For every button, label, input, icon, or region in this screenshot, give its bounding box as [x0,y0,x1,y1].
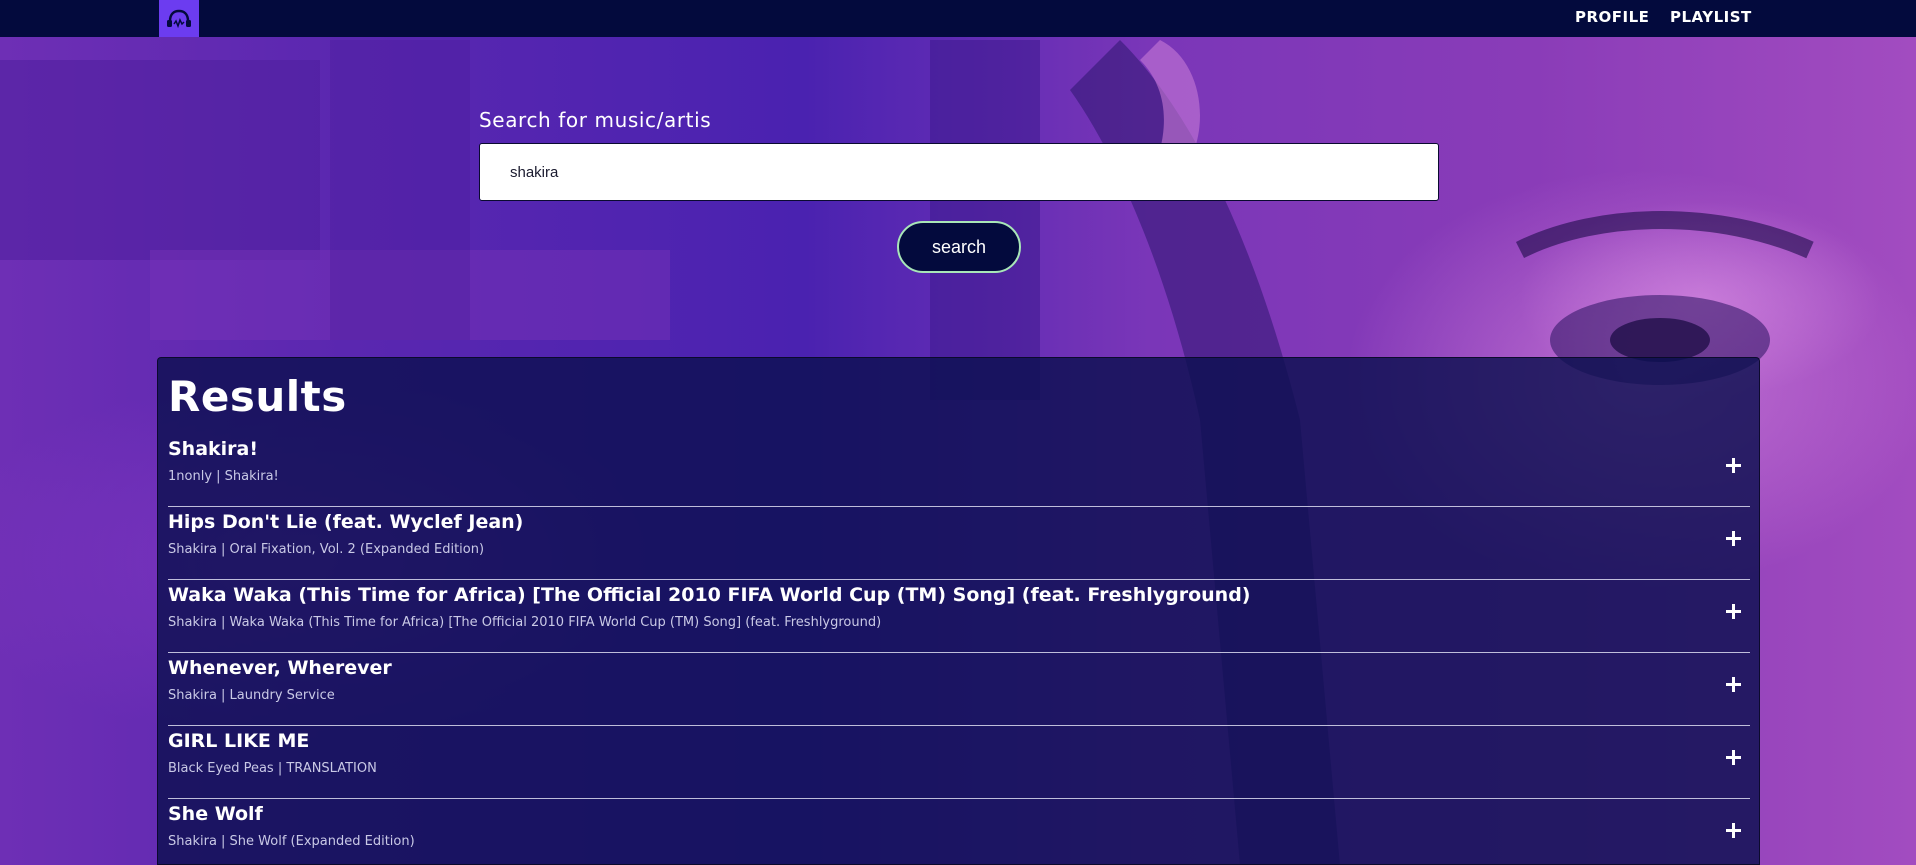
nav-link-playlist[interactable]: PLAYLIST [1670,0,1752,34]
result-item: She Wolf Shakira | She Wolf (Expanded Ed… [168,799,1750,865]
result-item: Hips Don't Lie (feat. Wyclef Jean) Shaki… [168,507,1750,580]
add-to-playlist-button[interactable] [1720,744,1746,770]
add-to-playlist-button[interactable] [1720,598,1746,624]
results-panel: Results Shakira! 1nonly | Shakira! Hips … [157,357,1760,865]
result-title: Hips Don't Lie (feat. Wyclef Jean) [168,511,524,533]
headphones-icon [167,9,191,28]
results-title: Results [168,372,347,421]
logo[interactable] [159,0,199,37]
result-item: Waka Waka (This Time for Africa) [The Of… [168,580,1750,653]
result-subtitle: Shakira | She Wolf (Expanded Edition) [168,834,415,849]
results-list: Shakira! 1nonly | Shakira! Hips Don't Li… [168,434,1750,865]
add-to-playlist-button[interactable] [1720,452,1746,478]
result-subtitle: Black Eyed Peas | TRANSLATION [168,761,377,776]
add-to-playlist-button[interactable] [1720,817,1746,843]
result-subtitle: Shakira | Oral Fixation, Vol. 2 (Expande… [168,542,485,557]
nav-link-profile[interactable]: PROFILE [1575,0,1649,34]
result-item: GIRL LIKE ME Black Eyed Peas | TRANSLATI… [168,726,1750,799]
result-title: She Wolf [168,803,263,825]
result-item: Whenever, Wherever Shakira | Laundry Ser… [168,653,1750,726]
search-label: Search for music/artis [479,108,712,132]
result-subtitle: Shakira | Laundry Service [168,688,335,703]
add-to-playlist-button[interactable] [1720,525,1746,551]
top-navbar: PROFILE PLAYLIST [0,0,1916,37]
result-title: GIRL LIKE ME [168,730,310,752]
result-item: Shakira! 1nonly | Shakira! [168,434,1750,507]
result-subtitle: Shakira | Waka Waka (This Time for Afric… [168,615,882,630]
result-title: Waka Waka (This Time for Africa) [The Of… [168,584,1251,606]
result-title: Shakira! [168,438,259,460]
add-to-playlist-button[interactable] [1720,671,1746,697]
search-input[interactable] [479,143,1439,201]
search-button[interactable]: search [897,221,1021,273]
result-title: Whenever, Wherever [168,657,392,679]
result-subtitle: 1nonly | Shakira! [168,469,279,484]
